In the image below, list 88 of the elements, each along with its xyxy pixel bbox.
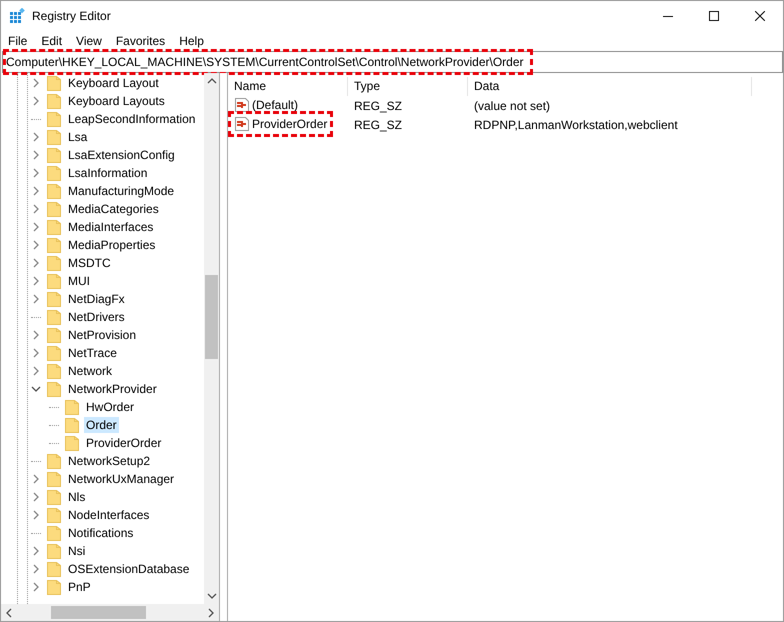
- column-header[interactable]: Type: [348, 77, 468, 96]
- menu-item[interactable]: Help: [172, 34, 211, 48]
- folder-icon: [47, 363, 61, 379]
- close-icon: [755, 11, 765, 21]
- value-type: REG_SZ: [353, 118, 404, 132]
- maximize-icon: [709, 11, 719, 21]
- tree-item[interactable]: NetTrace: [66, 345, 119, 361]
- tree-item[interactable]: LeapSecondInformation: [66, 111, 198, 127]
- scroll-right-icon[interactable]: [207, 608, 215, 618]
- tree-item[interactable]: Keyboard Layouts: [66, 93, 167, 109]
- tree-item[interactable]: NetworkProvider: [66, 381, 159, 397]
- column-header[interactable]: Data: [468, 77, 752, 96]
- folder-icon: [47, 543, 61, 559]
- folder-icon: [47, 219, 61, 235]
- value-data: RDPNP,LanmanWorkstation,webclient: [473, 118, 679, 132]
- folder-icon: [47, 255, 61, 271]
- registry-app-icon: [9, 8, 25, 24]
- folder-icon: [47, 309, 61, 325]
- tree-item[interactable]: MediaInterfaces: [66, 219, 156, 235]
- tree-item[interactable]: Nls: [66, 489, 88, 505]
- folder-icon: [47, 129, 61, 145]
- tree-item[interactable]: NetworkSetup2: [66, 453, 152, 469]
- tree-item[interactable]: MediaProperties: [66, 237, 158, 253]
- folder-icon: [47, 525, 61, 541]
- value-type: REG_SZ: [353, 98, 404, 112]
- scroll-down-icon[interactable]: [206, 592, 216, 600]
- tree-item[interactable]: NetDiagFx: [66, 291, 127, 307]
- folder-icon: [47, 183, 61, 199]
- folder-icon: [47, 453, 61, 469]
- folder-icon: [47, 291, 61, 307]
- folder-icon: [47, 201, 61, 217]
- tree-item[interactable]: Network: [66, 363, 114, 379]
- folder-icon: [65, 399, 79, 415]
- value-data: (value not set): [473, 98, 552, 112]
- folder-icon: [47, 93, 61, 109]
- folder-icon: [47, 327, 61, 343]
- folder-icon: [47, 381, 61, 397]
- tree-item[interactable]: NodeInterfaces: [66, 507, 152, 523]
- window-title: Registry Editor: [32, 9, 111, 23]
- tree-item[interactable]: ManufacturingMode: [66, 183, 176, 199]
- folder-icon: [47, 111, 61, 127]
- scrollbar-thumb[interactable]: [51, 606, 146, 619]
- tree-item[interactable]: MSDTC: [66, 255, 113, 271]
- menu-item[interactable]: View: [69, 34, 109, 48]
- value-name[interactable]: ProviderOrder: [252, 116, 328, 130]
- tree-item[interactable]: Nsi: [66, 543, 88, 559]
- tree-item[interactable]: Keyboard Layout: [66, 75, 161, 91]
- tree-item[interactable]: ProviderOrder: [84, 435, 164, 451]
- value-name[interactable]: (Default): [252, 98, 298, 112]
- folder-icon: [47, 75, 61, 91]
- folder-icon: [47, 165, 61, 181]
- folder-icon: [47, 507, 61, 523]
- horizontal-scrollbar[interactable]: [1, 604, 219, 621]
- folder-icon: [47, 561, 61, 577]
- folder-icon: [65, 435, 79, 451]
- tree-item[interactable]: OSExtensionDatabase: [66, 561, 192, 577]
- tree-item[interactable]: NetworkUxManager: [66, 471, 176, 487]
- folder-icon: [47, 489, 61, 505]
- chevron-down-icon[interactable]: [31, 385, 41, 393]
- menu-item[interactable]: Favorites: [108, 34, 172, 48]
- menu-item[interactable]: File: [1, 34, 34, 48]
- folder-icon: [47, 471, 61, 487]
- tree-item[interactable]: Lsa: [66, 129, 90, 145]
- column-header[interactable]: Name: [228, 77, 348, 96]
- tree-item[interactable]: MediaCategories: [66, 201, 161, 217]
- folder-icon: [47, 273, 61, 289]
- tree-item[interactable]: NetDrivers: [66, 309, 127, 325]
- folder-icon: [65, 417, 79, 433]
- vertical-scrollbar[interactable]: [204, 73, 219, 604]
- folder-icon: [47, 579, 61, 595]
- tree-item[interactable]: LsaInformation: [66, 165, 150, 181]
- scrollbar-thumb[interactable]: [205, 275, 218, 359]
- scroll-left-icon[interactable]: [5, 608, 13, 618]
- tree-item[interactable]: Order: [84, 417, 119, 433]
- folder-icon: [47, 237, 61, 253]
- tree-item[interactable]: NetProvision: [66, 327, 138, 343]
- tree-item[interactable]: Notifications: [66, 525, 136, 541]
- tree-item[interactable]: MUI: [66, 273, 92, 289]
- string-value-icon: [234, 116, 250, 132]
- menu-item[interactable]: Edit: [34, 34, 70, 48]
- address-bar[interactable]: Computer\HKEY_LOCAL_MACHINE\SYSTEM\CurrentControlSet\Control\NetworkProvider\Order: [2, 51, 783, 73]
- folder-icon: [47, 147, 61, 163]
- folder-icon: [47, 345, 61, 361]
- tree-item[interactable]: HwOrder: [84, 399, 136, 415]
- tree-item[interactable]: LsaExtensionConfig: [66, 147, 177, 163]
- tree-item[interactable]: PnP: [66, 579, 93, 595]
- scroll-up-icon[interactable]: [206, 77, 216, 85]
- string-value-icon: [234, 96, 250, 112]
